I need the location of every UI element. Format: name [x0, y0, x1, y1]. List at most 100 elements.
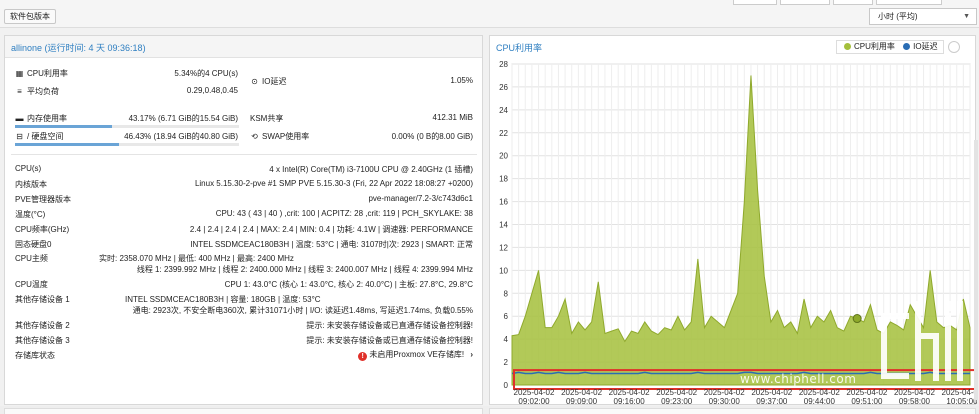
bottom-panels-edge [0, 406, 979, 414]
storage2-label: 其他存储设备 2 [15, 321, 70, 330]
disk-space-bar [15, 143, 239, 146]
cpu-hover-point [852, 314, 862, 324]
cpu-legend-dot [844, 43, 851, 50]
repo-status[interactable]: ! 未启用Proxmox VE存储库! › [358, 349, 473, 361]
x-tick-date: 2025-04-02 [894, 388, 935, 397]
x-tick-date: 2025-04-02 [942, 388, 977, 397]
disk-space-label: ⊟ / 硬盘空间 [16, 132, 64, 141]
x-tick-time: 09:37:00 [756, 397, 788, 406]
x-tick-time: 09:23:00 [661, 397, 693, 406]
legend-toggle-icon[interactable] [948, 41, 960, 53]
y-tick-label: 12 [499, 243, 508, 252]
detail-label: 内核版本 [15, 180, 47, 189]
chevron-down-icon: ▼ [963, 13, 970, 20]
chart-legend[interactable]: CPU利用率 IO延迟 [836, 40, 944, 54]
disk-space-fill [15, 143, 119, 146]
y-tick-label: 20 [499, 152, 508, 161]
storage1-line1: INTEL SSDMCEAC180B3H | 容量: 180GB | 温度: 5… [125, 295, 321, 304]
cpu-freq-line2: 线程 1: 2399.992 MHz | 线程 2: 2400.000 MHz … [136, 265, 473, 274]
clock-icon: ⊙ [251, 77, 258, 86]
detail-label: CPU频率(GHz) [15, 225, 70, 234]
memory-icon: ▬ [15, 114, 24, 123]
package-version-button[interactable]: 软件包版本 [4, 9, 56, 24]
y-tick-label: 28 [499, 60, 508, 69]
divider [11, 154, 477, 155]
load-average-label: ≡ 平均负荷 [15, 86, 59, 97]
storage3-value: 提示: 未安装存储设备或已直通存储设备控制器! [306, 336, 473, 345]
y-tick-label: 2 [504, 358, 509, 367]
y-tick-label: 0 [504, 381, 509, 390]
disk-space-value: 46.43% (18.94 GiB的40.80 GiB) [124, 132, 238, 141]
y-tick-label: 24 [499, 106, 508, 115]
timeframe-value: 小时 (平均) [878, 12, 918, 21]
x-tick-time: 10:05:00 [946, 397, 977, 406]
server-icon: ≡ [17, 87, 22, 96]
x-tick-time: 09:51:00 [851, 397, 883, 406]
y-tick-label: 4 [504, 335, 509, 344]
chevron-right-icon[interactable]: › [470, 350, 473, 359]
x-tick-time: 09:44:00 [804, 397, 836, 406]
scrollbar[interactable] [974, 140, 978, 400]
refresh-icon: ⟲ [251, 132, 258, 141]
io-delay-label: ⊙ IO延迟 [251, 77, 287, 86]
x-tick-date: 2025-04-02 [514, 388, 555, 397]
legend-cpu[interactable]: CPU利用率 [854, 42, 895, 51]
cpu-temp-label: CPU温度 [15, 280, 48, 289]
cpu-freq-label: CPU主频 [15, 254, 48, 263]
memory-usage-label: ▬ 内存使用率 [15, 114, 68, 123]
swap-value: 0.00% (0 B的8.00 GiB) [391, 132, 473, 141]
detail-value: INTEL SSDMCEAC180B3H | 温度: 53°C | 通电: 31… [190, 240, 473, 249]
detail-label: CPU(s) [15, 164, 42, 173]
x-tick-date: 2025-04-02 [799, 388, 840, 397]
cpu-icon: ▦ [15, 69, 24, 78]
cpu-usage-value: 5.34%的4 CPU(s) [174, 69, 238, 78]
memory-usage-bar [15, 125, 239, 128]
y-tick-label: 22 [499, 129, 508, 138]
x-tick-date: 2025-04-02 [704, 388, 745, 397]
top-tab-edge[interactable] [833, 0, 873, 5]
detail-value: pve-manager/7.2-3/c743d6c1 [368, 194, 473, 203]
y-tick-label: 14 [499, 221, 508, 230]
x-tick-date: 2025-04-02 [656, 388, 697, 397]
legend-io[interactable]: IO延迟 [913, 42, 937, 51]
x-tick-time: 09:58:00 [899, 397, 931, 406]
panel-header: allinone (运行时间: 4 天 09:36:18) [5, 36, 482, 58]
warning-icon: ! [358, 352, 368, 361]
detail-value: CPU: 43 ( 43 | 40 ) ,crit: 100 | ACPITZ:… [215, 209, 473, 218]
memory-usage-fill [15, 125, 112, 128]
memory-usage-value: 43.17% (6.71 GiB的15.54 GiB) [128, 114, 238, 123]
repo-status-label: 存储库状态 [15, 351, 55, 360]
top-tab-edge[interactable] [780, 0, 830, 5]
io-delay-value: 1.05% [450, 76, 473, 85]
x-tick-time: 09:16:00 [614, 397, 646, 406]
io-legend-dot [903, 43, 911, 50]
y-tick-label: 18 [499, 175, 508, 184]
node-status-panel: allinone (运行时间: 4 天 09:36:18) ▦ CPU利用率 5.… [4, 35, 483, 405]
y-tick-label: 8 [504, 289, 509, 298]
cpu-temp-value: CPU 1: 43.0°C (核心 1: 43.0°C, 核心 2: 40.0°… [224, 280, 473, 289]
storage3-label: 其他存储设备 3 [15, 336, 70, 345]
cpu-freq-line1: 实时: 2358.070 MHz | 最低: 400 MHz | 最高: 240… [99, 254, 294, 263]
x-tick-time: 09:30:00 [709, 397, 741, 406]
x-tick-date: 2025-04-02 [846, 388, 887, 397]
x-tick-date: 2025-04-02 [751, 388, 792, 397]
ksm-value: 412.31 MiB [432, 113, 473, 122]
detail-label: PVE管理器版本 [15, 195, 72, 204]
top-tab-edge[interactable] [733, 0, 777, 5]
detail-value: Linux 5.15.30-2-pve #1 SMP PVE 5.15.30-3… [194, 179, 473, 188]
detail-value: 2.4 | 2.4 | 2.4 | 2.4 | MAX: 2.4 | MIN: … [189, 225, 473, 234]
x-tick-time: 09:09:00 [566, 397, 598, 406]
detail-label: 固态硬盘0 [15, 240, 52, 249]
x-tick-date: 2025-04-02 [561, 388, 602, 397]
x-tick-time: 09:02:00 [518, 397, 550, 406]
top-tab-edge[interactable] [876, 0, 942, 5]
swap-label: ⟲ SWAP使用率 [251, 132, 310, 141]
ksm-label: KSM共享 [250, 114, 284, 123]
y-tick-label: 6 [504, 312, 509, 321]
chiphell-logo [881, 301, 963, 381]
y-tick-label: 26 [499, 83, 508, 92]
storage1-label: 其他存储设备 1 [15, 295, 70, 304]
watermark-text: www.chiphell.com [740, 372, 857, 386]
timeframe-select[interactable]: 小时 (平均) ▼ [869, 8, 977, 25]
node-title: allinone (运行时间: 4 天 09:36:18) [11, 43, 146, 53]
